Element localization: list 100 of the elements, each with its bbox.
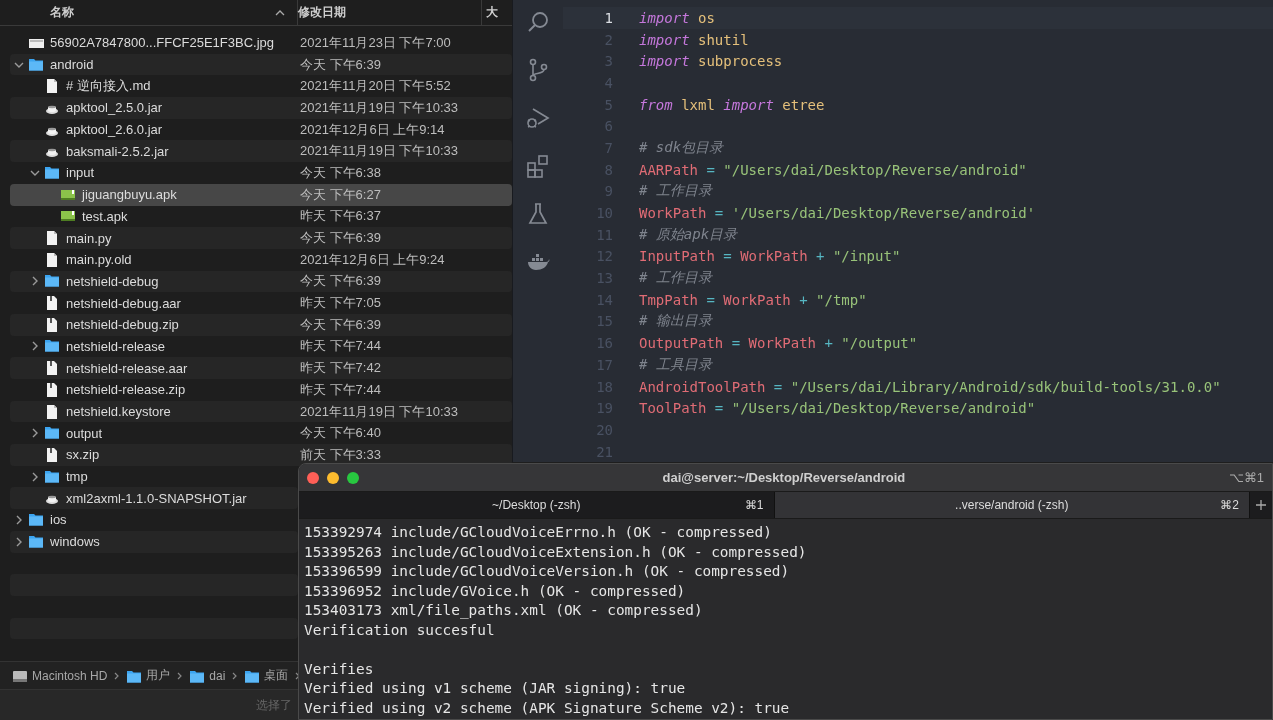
modified-date: 2021年11月19日 下午10:33 bbox=[300, 402, 459, 421]
path-item[interactable]: Macintosh HD bbox=[32, 668, 108, 683]
code-line: # 输出目录 bbox=[639, 312, 712, 331]
folder-icon bbox=[44, 425, 60, 442]
zip-file-icon bbox=[44, 360, 60, 377]
zip-file-icon bbox=[44, 316, 60, 333]
file-row[interactable]: main.py.old 2021年12月6日 上午9:24 bbox=[10, 248, 512, 271]
file-name: windows bbox=[50, 534, 100, 550]
disclosure-chevron-icon[interactable] bbox=[14, 536, 24, 547]
disclosure-chevron-icon[interactable] bbox=[30, 471, 40, 482]
disclosure-chevron-icon[interactable] bbox=[30, 276, 40, 287]
disclosure-chevron-icon[interactable] bbox=[30, 341, 40, 352]
terminal-output-line: 153392974 include/GCloudVoiceErrno.h (OK - compressed) bbox=[304, 523, 773, 542]
file-name: input bbox=[66, 165, 95, 181]
file-row[interactable]: apktool_2.5.0.jar 2021年11月19日 下午10:33 bbox=[10, 97, 512, 119]
code-line: import os bbox=[639, 9, 715, 26]
modified-date: 2021年11月19日 下午10:33 bbox=[300, 98, 459, 117]
file-row[interactable]: jiguangbuyu.apk 今天 下午6:27 bbox=[10, 183, 512, 206]
terminal-output-line: 153396952 include/GVoice.h (OK - compressed) bbox=[304, 581, 687, 601]
file-row[interactable]: xml2axml-1.1.0-SNAPSHOT.jar bbox=[10, 487, 298, 510]
path-item[interactable]: 桌面 bbox=[264, 667, 289, 684]
zip-file-icon bbox=[44, 295, 60, 312]
code-line: import subprocess bbox=[639, 53, 783, 70]
plus-icon[interactable] bbox=[1255, 499, 1267, 511]
folder-icon bbox=[44, 468, 60, 485]
modified-date: 昨天 下午7:44 bbox=[300, 337, 381, 356]
file-row[interactable]: main.py 今天 下午6:39 bbox=[10, 227, 512, 249]
modified-date: 2021年12月6日 上午9:14 bbox=[300, 120, 445, 139]
modified-date: 今天 下午6:39 bbox=[300, 229, 381, 248]
modified-date: 今天 下午6:40 bbox=[300, 424, 381, 443]
path-item[interactable]: dai bbox=[209, 668, 226, 683]
file-name: main.py.old bbox=[66, 252, 132, 268]
file-name: test.apk bbox=[82, 208, 128, 224]
file-row[interactable]: android 今天 下午6:39 bbox=[10, 53, 512, 76]
file-row[interactable]: input 今天 下午6:38 bbox=[10, 162, 512, 184]
file-name: ios bbox=[50, 512, 67, 528]
folder-icon bbox=[44, 273, 60, 290]
file-name: main.py bbox=[66, 230, 112, 246]
path-item[interactable]: 用户 bbox=[146, 667, 171, 684]
file-row[interactable]: windows bbox=[10, 530, 298, 553]
disclosure-chevron-icon[interactable] bbox=[30, 428, 40, 439]
document-icon bbox=[44, 403, 60, 420]
file-row[interactable]: output 今天 下午6:40 bbox=[10, 422, 512, 445]
file-row[interactable]: netshield-release.zip 昨天 下午7:44 bbox=[10, 379, 512, 401]
file-row[interactable]: sx.zip 前天 下午3:33 bbox=[10, 444, 512, 466]
file-name: tmp bbox=[66, 469, 88, 485]
file-row[interactable]: netshield-debug 今天 下午6:39 bbox=[10, 270, 512, 293]
file-row[interactable]: # 逆向接入.md 2021年11月20日 下午5:52 bbox=[10, 75, 512, 98]
modified-date: 今天 下午6:39 bbox=[300, 55, 381, 74]
file-row[interactable]: netshield-debug.aar 昨天 下午7:05 bbox=[10, 292, 512, 314]
disclosure-chevron-icon[interactable] bbox=[14, 514, 24, 525]
file-row[interactable]: netshield-release 昨天 下午7:44 bbox=[10, 335, 512, 358]
window-title: dai@server:~/Desktop/Reverse/android bbox=[661, 470, 907, 485]
code-line: # 工作目录 bbox=[639, 269, 712, 288]
file-row[interactable]: netshield.keystore 2021年11月19日 下午10:33 bbox=[10, 400, 512, 423]
modified-date: 2021年11月23日 下午7:00 bbox=[300, 33, 451, 52]
extensions-icon[interactable] bbox=[526, 154, 550, 178]
terminal-output-line: Verification succesful bbox=[304, 620, 496, 640]
modified-date: 今天 下午6:39 bbox=[300, 272, 381, 291]
minimize-button[interactable] bbox=[327, 471, 339, 484]
file-name: netshield-release bbox=[66, 338, 165, 354]
terminal-tab[interactable]: ~/Desktop (-zsh) ⌘1 bbox=[299, 492, 775, 518]
folder-icon bbox=[189, 668, 206, 683]
column-header[interactable]: 大 bbox=[486, 4, 499, 21]
terminal-output-line: 153396599 include/GCloudVoiceVersion.h (OK - compressed) bbox=[304, 562, 791, 581]
file-name: 56902A7847800...FFCF25E1F3BC.jpg bbox=[50, 35, 275, 51]
path-chevron-icon bbox=[231, 671, 239, 680]
column-header[interactable]: 名称 bbox=[50, 4, 74, 21]
close-button[interactable] bbox=[307, 471, 319, 484]
zip-file-icon bbox=[44, 446, 60, 463]
file-row[interactable]: baksmali-2.5.2.jar 2021年11月19日 下午10:33 bbox=[10, 140, 512, 163]
file-row[interactable]: test.apk 昨天 下午6:37 bbox=[10, 205, 512, 228]
file-name: netshield-release.zip bbox=[66, 382, 186, 398]
file-name: android bbox=[50, 57, 94, 73]
flask-icon[interactable] bbox=[526, 202, 550, 226]
zoom-button[interactable] bbox=[347, 471, 359, 484]
zip-file-icon bbox=[44, 381, 60, 398]
terminal-tab[interactable]: ..verse/android (-zsh) ⌘2 bbox=[774, 492, 1250, 518]
code-line: # 工作目录 bbox=[639, 182, 712, 201]
play-bug-icon[interactable] bbox=[526, 106, 550, 130]
folder-icon bbox=[44, 338, 60, 355]
modified-date: 2021年11月19日 下午10:33 bbox=[300, 142, 459, 161]
file-row[interactable]: netshield-debug.zip 今天 下午6:39 bbox=[10, 313, 512, 336]
modified-date: 昨天 下午6:37 bbox=[300, 207, 381, 226]
modified-date: 今天 下午6:38 bbox=[300, 163, 381, 182]
modified-date: 昨天 下午7:44 bbox=[300, 380, 381, 399]
file-row[interactable]: 56902A7847800...FFCF25E1F3BC.jpg 2021年11月23日 下午7:00 bbox=[10, 32, 512, 54]
document-icon bbox=[44, 230, 60, 247]
file-name: # 逆向接入.md bbox=[66, 77, 151, 96]
code-line: # sdk包目录 bbox=[639, 138, 724, 157]
column-header[interactable]: 修改日期 bbox=[297, 4, 346, 21]
code-line: WorkPath = '/Users/dai/Desktop/Reverse/android' bbox=[639, 205, 1036, 222]
file-row[interactable]: apktool_2.6.0.jar 2021年12月6日 上午9:14 bbox=[10, 118, 512, 141]
file-row[interactable]: tmp bbox=[10, 465, 298, 488]
path-chevron-icon bbox=[176, 671, 184, 680]
search-icon[interactable] bbox=[526, 10, 550, 34]
file-row[interactable]: netshield-release.aar 昨天 下午7:42 bbox=[10, 357, 512, 379]
file-row[interactable]: ios bbox=[10, 509, 298, 531]
modified-date: 2021年12月6日 上午9:24 bbox=[300, 250, 445, 269]
code-line: # 工具目录 bbox=[639, 355, 712, 374]
